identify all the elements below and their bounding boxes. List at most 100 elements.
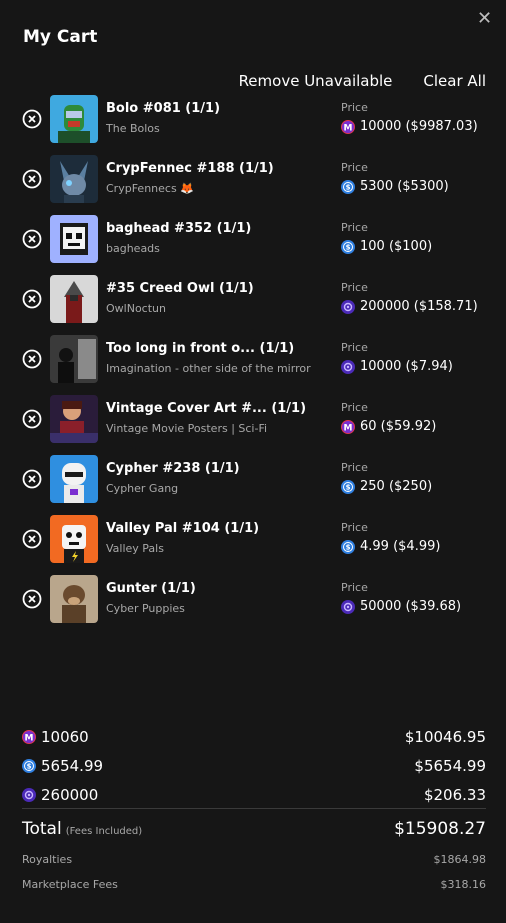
usdc-coin-icon: $ xyxy=(341,239,355,254)
price-label: Price xyxy=(341,221,368,234)
currency-total-row: $5654.99 $5654.99 xyxy=(22,751,486,780)
cart-item: Cypher #238 (1/1) Cypher Gang Price $250… xyxy=(0,455,506,515)
nft-thumbnail[interactable] xyxy=(50,395,98,443)
close-circle-icon xyxy=(22,409,42,429)
item-name: Gunter (1/1) xyxy=(106,581,196,596)
nft-thumbnail[interactable] xyxy=(50,335,98,383)
remove-item-button[interactable] xyxy=(22,109,42,129)
price-label: Price xyxy=(341,401,368,414)
clear-all-button[interactable]: Clear All xyxy=(423,72,486,90)
item-collection: Valley Pals xyxy=(106,542,164,555)
item-price: $5300 ($5300) xyxy=(341,179,449,194)
item-name: baghead #352 (1/1) xyxy=(106,221,252,236)
cart-item: Bolo #081 (1/1) The Bolos Price M 10000 (… xyxy=(0,95,506,155)
remove-item-button[interactable] xyxy=(22,529,42,549)
svg-text:$: $ xyxy=(346,243,351,251)
cart-list: Bolo #081 (1/1) The Bolos Price M 10000 (… xyxy=(0,95,506,635)
total-value: $15908.27 xyxy=(394,819,486,839)
svg-text:M: M xyxy=(344,423,353,433)
usdc-coin-icon: $ xyxy=(341,479,355,494)
cart-item: Too long in front o... (1/1) Imagination… xyxy=(0,335,506,395)
svg-text:$: $ xyxy=(346,183,351,191)
nft-thumbnail[interactable] xyxy=(50,155,98,203)
item-collection: Imagination - other side of the mirror xyxy=(106,362,311,375)
divider xyxy=(22,808,486,809)
royalties-value: $1864.98 xyxy=(433,853,487,866)
royalties-label: Royalties xyxy=(22,853,73,866)
item-name: CrypFennec #188 (1/1) xyxy=(106,161,274,176)
currency-totals: M 10060 $10046.95 $5654.99 $5654.99 26000… xyxy=(22,722,486,809)
currency-amount: 10060 xyxy=(41,727,89,746)
item-name: Valley Pal #104 (1/1) xyxy=(106,521,260,536)
svg-text:M: M xyxy=(25,733,34,743)
item-collection: OwlNoctun xyxy=(106,302,166,315)
item-collection: bagheads xyxy=(106,242,160,255)
close-circle-icon xyxy=(22,229,42,249)
fees-note: (Fees Included) xyxy=(65,826,143,837)
item-name: Vintage Cover Art #... (1/1) xyxy=(106,401,307,416)
remove-item-button[interactable] xyxy=(22,289,42,309)
remove-item-button[interactable] xyxy=(22,169,42,189)
mana-coin-icon: M xyxy=(341,119,355,134)
nft-thumbnail[interactable] xyxy=(50,215,98,263)
nft-thumbnail[interactable] xyxy=(50,275,98,323)
cart-item: baghead #352 (1/1) bagheads Price $100 (… xyxy=(0,215,506,275)
purple-coin-icon xyxy=(341,359,355,374)
close-icon[interactable]: ✕ xyxy=(477,10,492,28)
usdc-coin-icon: $ xyxy=(341,539,355,554)
total-row: Total (Fees Included) $15908.27 xyxy=(22,819,486,839)
close-circle-icon xyxy=(22,469,42,489)
currency-amount: 260000 xyxy=(41,785,99,804)
cart-item: Gunter (1/1) Cyber Puppies Price 50000 (… xyxy=(0,575,506,635)
price-label: Price xyxy=(341,521,368,534)
price-label: Price xyxy=(341,461,368,474)
purple-coin-icon xyxy=(22,787,36,802)
item-collection: The Bolos xyxy=(106,122,160,135)
marketplace-fees-label: Marketplace Fees xyxy=(22,878,118,891)
remove-unavailable-button[interactable]: Remove Unavailable xyxy=(239,72,393,90)
close-circle-icon xyxy=(22,589,42,609)
item-price: $4.99 ($4.99) xyxy=(341,539,440,554)
item-name: #35 Creed Owl (1/1) xyxy=(106,281,254,296)
remove-item-button[interactable] xyxy=(22,349,42,369)
purple-coin-icon xyxy=(341,299,355,314)
item-price: $100 ($100) xyxy=(341,239,432,254)
currency-usd: $206.33 xyxy=(423,785,486,804)
purple-coin-icon xyxy=(341,599,355,614)
item-price: 200000 ($158.71) xyxy=(341,299,478,314)
item-price: 50000 ($39.68) xyxy=(341,599,461,614)
cart-actions: Remove Unavailable Clear All xyxy=(239,72,486,90)
cart-item: Vintage Cover Art #... (1/1) Vintage Mov… xyxy=(0,395,506,455)
item-price: M 10000 ($9987.03) xyxy=(341,119,478,134)
svg-text:$: $ xyxy=(346,543,351,551)
svg-text:$: $ xyxy=(27,762,32,770)
item-name: Too long in front o... (1/1) xyxy=(106,341,295,356)
currency-total-row: M 10060 $10046.95 xyxy=(22,722,486,751)
price-label: Price xyxy=(341,281,368,294)
item-price: M 60 ($59.92) xyxy=(341,419,436,434)
remove-item-button[interactable] xyxy=(22,469,42,489)
currency-usd: $10046.95 xyxy=(404,727,486,746)
price-label: Price xyxy=(341,581,368,594)
svg-text:$: $ xyxy=(346,483,351,491)
cart-item: #35 Creed Owl (1/1) OwlNoctun Price 2000… xyxy=(0,275,506,335)
svg-text:M: M xyxy=(344,123,353,133)
currency-usd: $5654.99 xyxy=(414,756,486,775)
item-name: Cypher #238 (1/1) xyxy=(106,461,240,476)
close-circle-icon xyxy=(22,529,42,549)
nft-thumbnail[interactable] xyxy=(50,515,98,563)
nft-thumbnail[interactable] xyxy=(50,575,98,623)
nft-thumbnail[interactable] xyxy=(50,455,98,503)
item-name: Bolo #081 (1/1) xyxy=(106,101,221,116)
nft-thumbnail[interactable] xyxy=(50,95,98,143)
usdc-coin-icon: $ xyxy=(341,179,355,194)
marketplace-fees-row: Marketplace Fees $318.16 xyxy=(22,878,486,891)
remove-item-button[interactable] xyxy=(22,229,42,249)
item-price: 10000 ($7.94) xyxy=(341,359,453,374)
mana-coin-icon: M xyxy=(341,419,355,434)
marketplace-fees-value: $318.16 xyxy=(440,878,487,891)
mana-coin-icon: M xyxy=(22,729,36,744)
close-circle-icon xyxy=(22,349,42,369)
remove-item-button[interactable] xyxy=(22,589,42,609)
remove-item-button[interactable] xyxy=(22,409,42,429)
